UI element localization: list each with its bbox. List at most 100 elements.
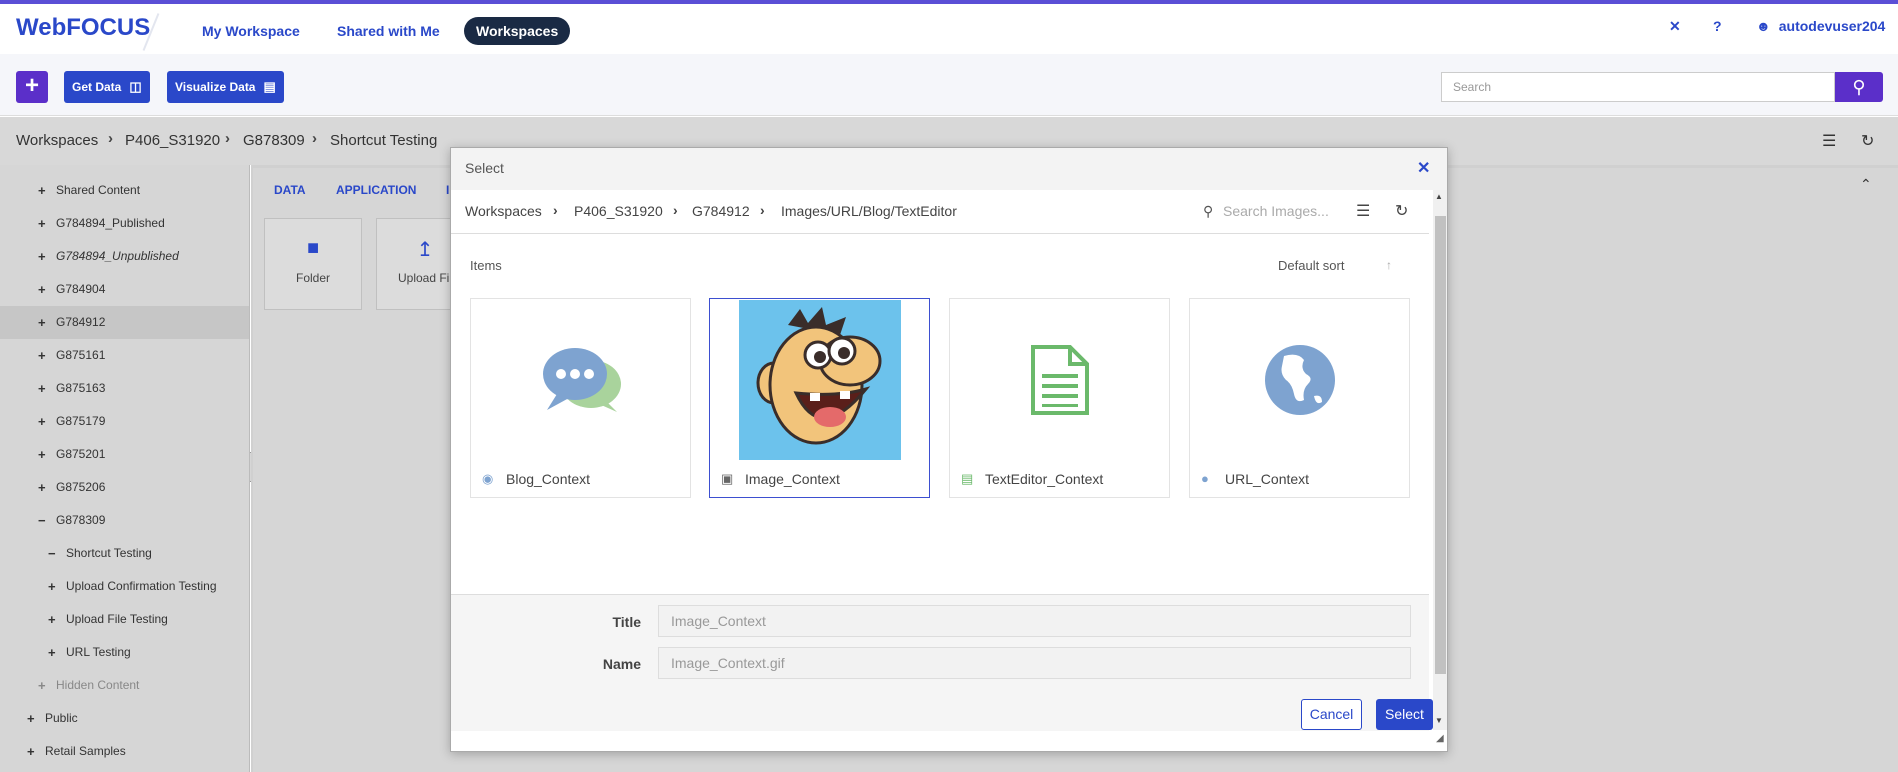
tree-item[interactable]: + URL Testing bbox=[0, 636, 249, 669]
user-menu[interactable]: ☻ autodevuser204 bbox=[1756, 18, 1885, 34]
expand-icon[interactable]: + bbox=[27, 735, 35, 768]
expand-icon[interactable]: + bbox=[38, 273, 46, 306]
globe-icon bbox=[1219, 300, 1381, 460]
search-images-input[interactable]: Search Images... bbox=[1223, 203, 1329, 219]
breadcrumb-item[interactable]: Workspaces bbox=[16, 132, 98, 149]
nav-workspaces[interactable]: Workspaces bbox=[464, 17, 571, 45]
tree-item[interactable]: − G878309 bbox=[0, 504, 249, 537]
sort-dropdown[interactable]: Default sort bbox=[1278, 258, 1344, 273]
item-card-blog[interactable]: ◉ Blog_Context bbox=[470, 298, 691, 498]
chevron-right-icon: › bbox=[673, 202, 678, 218]
expand-icon[interactable]: + bbox=[38, 207, 46, 240]
title-field[interactable]: Image_Context bbox=[658, 605, 1411, 637]
refresh-icon[interactable]: ↻ bbox=[1861, 131, 1874, 151]
collapse-icon[interactable]: − bbox=[38, 504, 46, 537]
tree-item[interactable]: − Shortcut Testing bbox=[0, 537, 249, 570]
expand-icon[interactable]: + bbox=[38, 471, 46, 504]
name-field[interactable]: Image_Context.gif bbox=[658, 647, 1411, 679]
expand-icon[interactable]: + bbox=[27, 702, 35, 735]
tools-icon[interactable]: ✕ bbox=[1669, 18, 1681, 35]
list-view-icon[interactable]: ☰ bbox=[1356, 201, 1370, 221]
add-button[interactable]: + bbox=[16, 71, 48, 103]
breadcrumb-item[interactable]: G878309 bbox=[243, 132, 305, 149]
item-card-image[interactable]: ▣ Image_Context bbox=[709, 298, 930, 498]
tree-item[interactable]: + Public bbox=[0, 702, 249, 735]
expand-icon[interactable]: + bbox=[48, 570, 56, 603]
item-card-label: TextEditor_Context bbox=[985, 471, 1104, 487]
tab-data[interactable]: DATA bbox=[274, 183, 306, 197]
expand-icon[interactable]: + bbox=[48, 603, 56, 636]
resize-handle-icon[interactable]: ◢ bbox=[1436, 733, 1444, 744]
brand-logo[interactable]: WebFOCUS bbox=[16, 14, 150, 42]
select-button[interactable]: Select bbox=[1376, 699, 1433, 730]
scroll-down-icon[interactable]: ▼ bbox=[1435, 716, 1443, 725]
breadcrumb-item[interactable]: G784912 bbox=[692, 203, 750, 219]
tree-item[interactable]: + G784894_Published bbox=[0, 207, 249, 240]
tree-item[interactable]: + Hidden Content bbox=[0, 669, 249, 702]
tree-item[interactable]: + Upload Confirmation Testing bbox=[0, 570, 249, 603]
tree-item[interactable]: + Shared Content bbox=[0, 174, 249, 207]
tree-item[interactable]: + G875163 bbox=[0, 372, 249, 405]
list-view-icon[interactable]: ☰ bbox=[1822, 131, 1836, 151]
cancel-button[interactable]: Cancel bbox=[1301, 699, 1362, 730]
scrollbar-thumb[interactable] bbox=[1435, 216, 1446, 674]
expand-icon[interactable]: + bbox=[38, 669, 46, 702]
tree-item-label: URL Testing bbox=[66, 645, 131, 659]
expand-icon[interactable]: + bbox=[38, 372, 46, 405]
item-card-url[interactable]: ● URL_Context bbox=[1189, 298, 1410, 498]
expand-icon[interactable]: + bbox=[48, 636, 56, 669]
chevron-right-icon: › bbox=[312, 130, 317, 147]
sidebar-tree: + Shared Content + G784894_Published + G784… bbox=[0, 165, 250, 772]
expand-icon[interactable]: + bbox=[38, 405, 46, 438]
breadcrumb-item[interactable]: P406_S31920 bbox=[574, 203, 663, 219]
tree-item[interactable]: + G784912 bbox=[0, 306, 249, 339]
search-icon: ⚲ bbox=[1203, 203, 1214, 219]
breadcrumb-item[interactable]: Workspaces bbox=[465, 203, 542, 219]
dialog-title: Select bbox=[465, 160, 504, 176]
chat-bubbles-icon bbox=[500, 300, 662, 460]
close-icon[interactable]: ✕ bbox=[1417, 158, 1430, 178]
help-icon[interactable]: ? bbox=[1713, 18, 1722, 34]
breadcrumb-item[interactable]: P406_S31920 bbox=[125, 132, 220, 149]
tab-application[interactable]: APPLICATION bbox=[336, 183, 416, 197]
expand-icon[interactable]: + bbox=[38, 339, 46, 372]
sort-direction-icon[interactable]: ↑ bbox=[1386, 258, 1392, 272]
visualize-data-button[interactable]: Visualize Data ▤ bbox=[167, 71, 284, 103]
toolbar: + Get Data ◫ Visualize Data ▤ Search ⚲ bbox=[0, 54, 1898, 116]
tab-more[interactable]: I bbox=[446, 183, 449, 197]
tree-item[interactable]: + Upload File Testing bbox=[0, 603, 249, 636]
refresh-icon[interactable]: ↻ bbox=[1395, 201, 1408, 221]
breadcrumb-item[interactable]: Shortcut Testing bbox=[330, 132, 437, 149]
tree-item[interactable]: + G784904 bbox=[0, 273, 249, 306]
scroll-up-icon[interactable]: ▲ bbox=[1435, 192, 1443, 201]
tree-item-label: G784912 bbox=[56, 315, 106, 329]
tree-item[interactable]: + Retail Samples bbox=[0, 735, 249, 768]
item-card-texteditor[interactable]: ▤ TextEditor_Context bbox=[949, 298, 1170, 498]
collapse-icon[interactable]: − bbox=[48, 537, 56, 570]
breadcrumb-item[interactable]: Images/URL/Blog/TextEditor bbox=[781, 203, 957, 219]
expand-icon[interactable]: + bbox=[38, 240, 46, 273]
nav-shared-with-me[interactable]: Shared with Me bbox=[325, 17, 452, 45]
search-input[interactable]: Search bbox=[1441, 72, 1835, 102]
tree-item[interactable]: + G875201 bbox=[0, 438, 249, 471]
tree-item[interactable]: + G875161 bbox=[0, 339, 249, 372]
expand-icon[interactable]: + bbox=[38, 174, 46, 207]
get-data-button[interactable]: Get Data ◫ bbox=[64, 71, 150, 103]
tree-item[interactable]: + G875206 bbox=[0, 471, 249, 504]
file-text-icon: ▤ bbox=[961, 471, 974, 486]
tree-item[interactable]: + G784894_Unpublished bbox=[0, 240, 249, 273]
nav-my-workspace[interactable]: My Workspace bbox=[190, 17, 312, 45]
tree-item-label: G875201 bbox=[56, 447, 106, 461]
expand-icon[interactable]: + bbox=[38, 438, 46, 471]
dialog-breadcrumb: Workspaces › P406_S31920 › G784912 › Ima… bbox=[451, 190, 1429, 234]
search-button[interactable]: ⚲ bbox=[1835, 72, 1883, 102]
tree-item[interactable]: + G875179 bbox=[0, 405, 249, 438]
title-field-label: Title bbox=[612, 614, 641, 630]
user-icon: ☻ bbox=[1756, 18, 1771, 34]
user-name: autodevuser204 bbox=[1778, 18, 1886, 34]
expand-icon[interactable]: + bbox=[38, 306, 46, 339]
folder-icon: ■ bbox=[306, 237, 320, 259]
tree-item-label: Hidden Content bbox=[56, 678, 140, 692]
chevron-up-icon[interactable]: ⌃ bbox=[1860, 176, 1872, 193]
folder-tile[interactable]: ■ Folder bbox=[264, 218, 362, 310]
